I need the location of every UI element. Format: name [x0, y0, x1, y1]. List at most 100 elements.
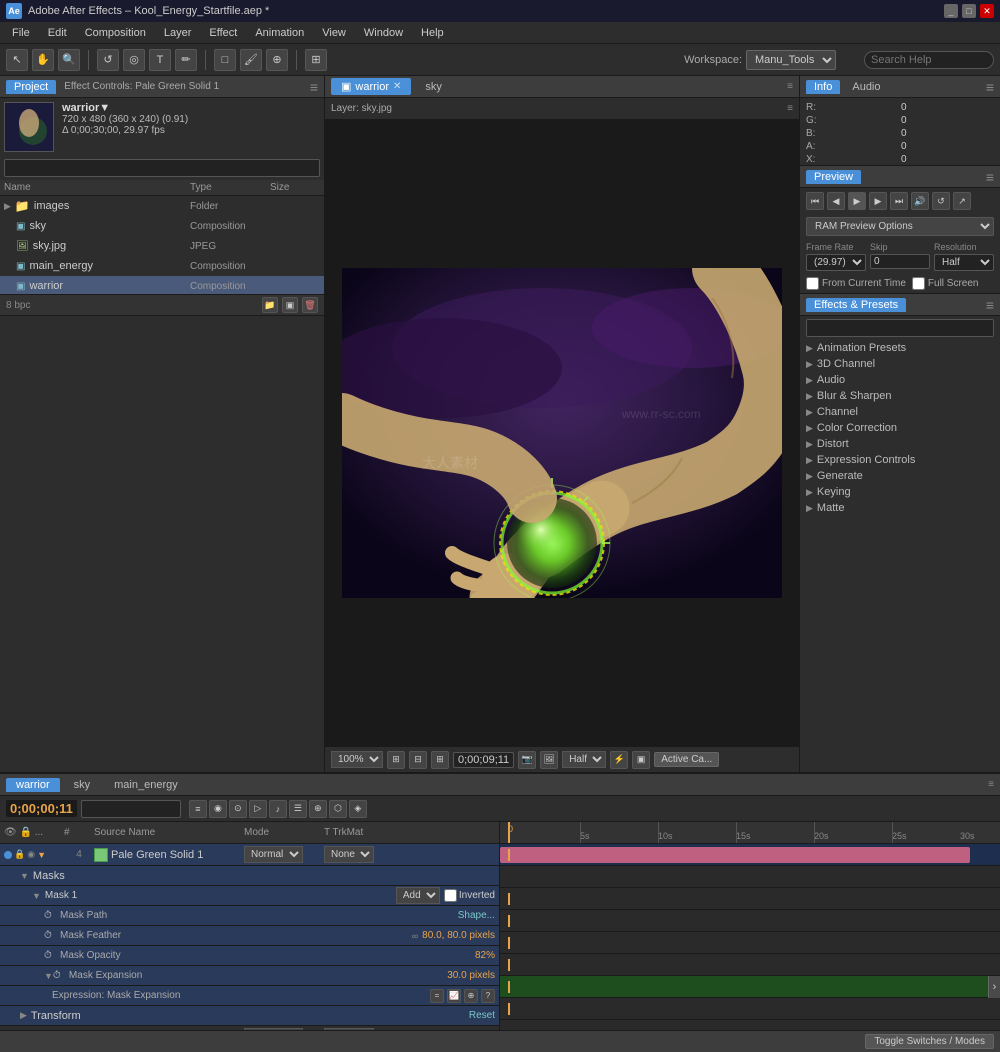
menu-edit[interactable]: Edit — [40, 25, 75, 41]
minimize-button[interactable]: _ — [944, 4, 958, 18]
menu-help[interactable]: Help — [413, 25, 452, 41]
menu-animation[interactable]: Animation — [247, 25, 312, 41]
mask1-row[interactable]: ▼ Mask 1 Add Inverted — [0, 886, 499, 906]
solo-btn[interactable]: ⊙ — [229, 800, 247, 818]
mask1-expand[interactable]: ▼ — [32, 891, 41, 901]
menu-file[interactable]: File — [4, 25, 38, 41]
timeline-timecode[interactable]: 0;00;00;11 — [6, 800, 77, 817]
effect-category-expression[interactable]: ▶ Expression Controls — [800, 452, 1000, 468]
scroll-right[interactable]: › — [988, 976, 1000, 998]
camera-orbit[interactable]: ◎ — [123, 49, 145, 71]
loop-btn[interactable]: ↺ — [932, 192, 950, 210]
toggle-switches-modes-btn[interactable]: Toggle Switches / Modes — [865, 1034, 994, 1049]
show-snapshot-btn[interactable]: 🖼 — [540, 751, 558, 769]
clone-tool[interactable]: ⊕ — [266, 49, 288, 71]
file-row-selected[interactable]: ▣ warrior Composition — [0, 276, 324, 294]
mask-expansion-row[interactable]: ▼ ⏱ Mask Expansion 30.0 pixels — [0, 966, 499, 986]
transparency-btn[interactable]: ▣ — [632, 751, 650, 769]
menu-layer[interactable]: Layer — [156, 25, 200, 41]
expand-btn-4[interactable]: ▼ — [37, 850, 46, 860]
transform-expand[interactable]: ▶ — [20, 1010, 27, 1021]
mask-expansion-stopwatch[interactable]: ⏱ — [53, 970, 65, 982]
workspace-select[interactable]: Manu_Tools — [746, 50, 836, 70]
shape-tool[interactable]: □ — [214, 49, 236, 71]
timeline-tab-main-energy[interactable]: main_energy — [104, 778, 188, 792]
audio-toggle-btn[interactable]: ♪ — [269, 800, 287, 818]
resolution-select[interactable]: Half — [934, 254, 994, 271]
expand-arrow[interactable]: ▶ — [4, 201, 11, 212]
transform-row[interactable]: ▶ Transform Reset — [0, 1006, 499, 1026]
window-controls[interactable]: _ □ ✕ — [944, 4, 994, 18]
mode-select-4[interactable]: Normal — [244, 846, 303, 863]
effect-category-distort[interactable]: ▶ Distort — [800, 436, 1000, 452]
timeline-tab-sky[interactable]: sky — [64, 778, 101, 792]
comp-markers-btn[interactable]: ≡ — [189, 800, 207, 818]
close-button[interactable]: ✕ — [980, 4, 994, 18]
file-row[interactable]: ▣ main_energy Composition — [0, 256, 324, 276]
ram-options-select[interactable]: RAM Preview Options — [806, 217, 994, 236]
info-panel-menu[interactable]: ≡ — [986, 79, 994, 95]
next-frame-btn[interactable]: ▶ — [869, 192, 887, 210]
selection-tool[interactable]: ↖ — [6, 49, 28, 71]
comp-tab-warrior[interactable]: ▣ warrior ✕ — [331, 78, 411, 95]
effects-presets-menu[interactable]: ≡ — [986, 297, 994, 313]
effect-category-3d[interactable]: ▶ 3D Channel — [800, 356, 1000, 372]
mask-feather-value[interactable]: 80.0, 80.0 pixels — [422, 930, 495, 941]
mask-expansion-expand[interactable]: ▼ — [44, 971, 53, 981]
effects-search-input[interactable] — [806, 319, 994, 337]
mask-expansion-value[interactable]: 30.0 pixels — [447, 970, 495, 981]
audio-btn[interactable]: 🔊 — [911, 192, 929, 210]
timeline-search-input[interactable] — [81, 800, 181, 818]
expr-enable-btn[interactable]: = — [430, 989, 444, 1003]
zoom-tool[interactable]: 🔍 — [58, 49, 80, 71]
new-folder-btn[interactable]: 📁 — [262, 297, 278, 313]
effect-category-audio[interactable]: ▶ Audio — [800, 372, 1000, 388]
inverted-checkbox[interactable] — [444, 889, 457, 902]
3d-layer-btn[interactable]: ⬡ — [329, 800, 347, 818]
play-btn[interactable]: ▶ — [848, 192, 866, 210]
layer-row-4[interactable]: 🔒 ◉ ▼ 4 Pale Green Solid 1 Normal None — [0, 844, 499, 866]
viewer-timecode[interactable]: 0;00;09;11 — [453, 752, 514, 768]
effect-category-matte[interactable]: ▶ Matte — [800, 500, 1000, 516]
maximize-button[interactable]: □ — [962, 4, 976, 18]
quality-select[interactable]: Half — [562, 751, 606, 768]
fast-preview-btn[interactable]: ⚡ — [610, 751, 628, 769]
safe-zones-btn[interactable]: ⊟ — [409, 751, 427, 769]
snapshot-btn[interactable]: 📷 — [518, 751, 536, 769]
effect-category-generate[interactable]: ▶ Generate — [800, 468, 1000, 484]
first-frame-btn[interactable]: ⏮ — [806, 192, 824, 210]
expr-pick-btn[interactable]: ⊕ — [464, 989, 478, 1003]
preview-panel-menu[interactable]: ≡ — [986, 169, 994, 185]
comp-tab-close[interactable]: ✕ — [393, 81, 401, 92]
file-row[interactable]: ▶ 📁 images Folder — [0, 196, 324, 216]
new-comp-btn[interactable]: ▣ — [282, 297, 298, 313]
tab-preview[interactable]: Preview — [806, 170, 861, 184]
playhead[interactable] — [508, 822, 510, 844]
comp-menu-btn[interactable]: ≡ — [787, 81, 793, 92]
menu-window[interactable]: Window — [356, 25, 411, 41]
tab-effects-presets[interactable]: Effects & Presets — [806, 298, 906, 312]
ram-prev-btn[interactable]: ↗ — [953, 192, 971, 210]
full-screen-check[interactable]: Full Screen — [912, 277, 979, 290]
rotate-tool[interactable]: ↺ — [97, 49, 119, 71]
file-row[interactable]: ▣ sky Composition — [0, 216, 324, 236]
puppet-tool[interactable]: ⊞ — [305, 49, 327, 71]
paint-tool[interactable]: 🖌 — [240, 49, 262, 71]
adjustment-layer-btn[interactable]: ⊕ — [309, 800, 327, 818]
lock-btn-4[interactable]: 🔒 — [14, 849, 25, 860]
grid-btn[interactable]: ⊞ — [431, 751, 449, 769]
mask-path-stopwatch[interactable]: ⏱ — [44, 910, 56, 922]
delete-btn[interactable]: 🗑 — [302, 297, 318, 313]
tab-audio[interactable]: Audio — [844, 80, 888, 94]
mask-path-row[interactable]: ⏱ Mask Path Shape... — [0, 906, 499, 926]
inverted-check[interactable]: Inverted — [444, 889, 495, 902]
draft-3d-btn[interactable]: ◈ — [349, 800, 367, 818]
render-btn[interactable]: ▷ — [249, 800, 267, 818]
solo-btn-4[interactable]: ◉ — [27, 849, 35, 860]
hand-tool[interactable]: ✋ — [32, 49, 54, 71]
prev-frame-btn[interactable]: ◀ — [827, 192, 845, 210]
timeline-tab-warrior[interactable]: warrior — [6, 778, 60, 792]
mask-feather-stopwatch[interactable]: ⏱ — [44, 930, 56, 942]
effect-category-channel[interactable]: ▶ Channel — [800, 404, 1000, 420]
frame-rate-input[interactable]: (29.97) — [806, 254, 866, 271]
